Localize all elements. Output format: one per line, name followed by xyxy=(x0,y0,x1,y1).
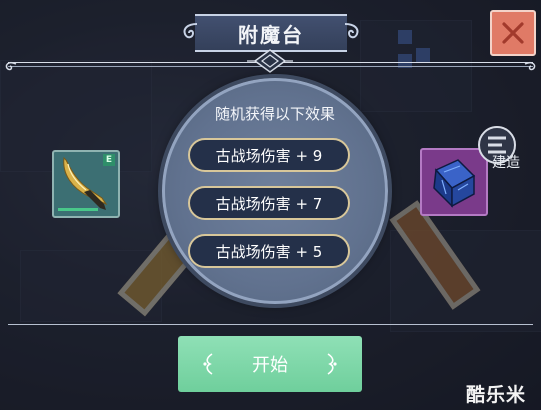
effects-heading: 随机获得以下效果 xyxy=(214,105,335,123)
curl-ornament-icon xyxy=(524,61,536,71)
title-plate: 附魔台 xyxy=(183,14,359,52)
page-title: 附魔台 xyxy=(238,22,304,47)
scroll-ornament-icon xyxy=(344,23,359,39)
equipped-badge: E xyxy=(103,154,115,166)
close-button[interactable] xyxy=(490,10,536,56)
weapon-slot[interactable]: E xyxy=(52,150,120,218)
start-button[interactable]: 开始 xyxy=(178,336,362,392)
durability-bar xyxy=(58,208,98,211)
button-ornament-icon xyxy=(203,353,213,375)
effect-option: 古战场伤害 + 5 xyxy=(188,234,350,268)
build-label: 建造 xyxy=(492,155,520,171)
start-button-label: 开始 xyxy=(252,355,288,376)
diamond-ornament-icon xyxy=(247,49,293,73)
watermark: 酷乐米 xyxy=(466,384,527,406)
effect-option: 古战场伤害 + 7 xyxy=(188,186,350,220)
curl-ornament-icon xyxy=(5,61,17,71)
footer-divider xyxy=(8,324,533,325)
button-ornament-icon xyxy=(327,353,337,375)
effect-option: 古战场伤害 + 9 xyxy=(188,138,350,172)
close-icon xyxy=(502,22,524,44)
scroll-ornament-icon xyxy=(183,23,198,39)
